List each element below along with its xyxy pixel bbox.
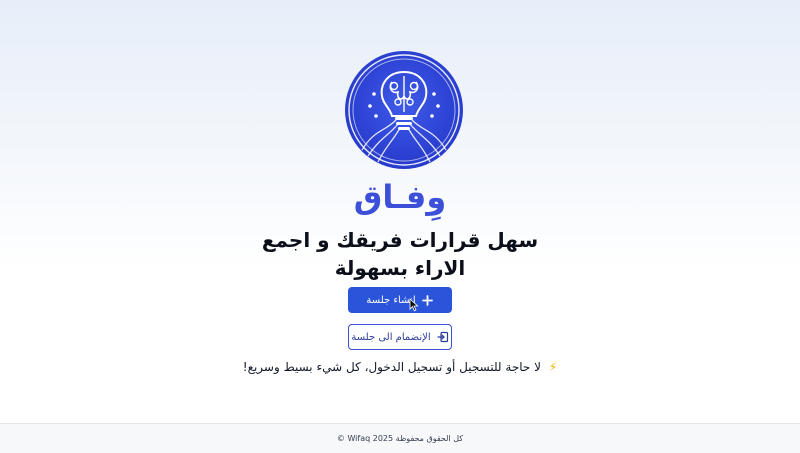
join-session-label: الإنضمام الى جلسة bbox=[351, 331, 431, 343]
copyright-text: كل الحقوق محفوظة 2025 Wifaq © bbox=[336, 434, 464, 443]
brand-name: وِفـاق bbox=[353, 178, 447, 216]
landing-page: وِفـاق سهل قرارات فريقك و اجمع الاراء بس… bbox=[0, 0, 800, 423]
brain-lightbulb-icon bbox=[344, 50, 464, 170]
hero-headline: سهل قرارات فريقك و اجمع الاراء بسهولة bbox=[261, 228, 539, 280]
create-session-button[interactable]: انشاء جلسة bbox=[348, 287, 452, 313]
lightning-icon: ⚡ bbox=[548, 360, 558, 374]
no-signup-note: ⚡ لا حاجة للتسجيل أو تسجيل الدخول، كل شي… bbox=[0, 360, 800, 374]
login-icon bbox=[437, 331, 449, 343]
no-signup-text: لا حاجة للتسجيل أو تسجيل الدخول، كل شيء … bbox=[242, 360, 541, 374]
join-session-button[interactable]: الإنضمام الى جلسة bbox=[348, 324, 452, 350]
mouse-pointer-icon bbox=[409, 298, 419, 312]
plus-icon bbox=[422, 294, 434, 306]
footer: كل الحقوق محفوظة 2025 Wifaq © bbox=[0, 423, 800, 453]
